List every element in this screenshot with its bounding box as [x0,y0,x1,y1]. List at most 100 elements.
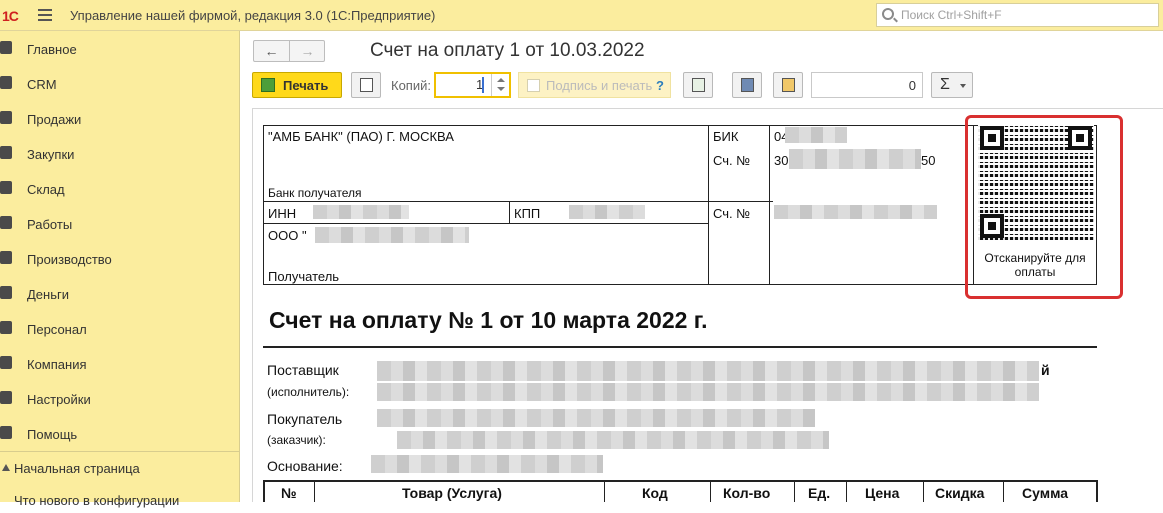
table-line [263,201,773,202]
table-line [604,480,605,502]
preview-button[interactable] [351,72,381,98]
sidebar-item-label: Главное [27,42,77,57]
sidebar-item-production[interactable]: Производство [0,243,240,273]
redacted-recipient [315,227,469,243]
sigma-icon: Σ [940,76,950,93]
save-icon [741,78,754,92]
printable-document[interactable]: "АМБ БАНК" (ПАО) Г. МОСКВА Банк получате… [252,108,1163,502]
email-button[interactable] [773,72,803,98]
arrow-right-icon[interactable]: → [290,41,325,61]
sidebar-item-label: Закупки [27,147,75,162]
sidebar-whats-new-label: Что нового в конфигурации [14,493,180,508]
arrow-left-icon[interactable]: ← [254,41,289,61]
redacted-supplier [377,361,1039,381]
sidebar-whats-new-link[interactable]: Что нового в конфигурации [0,487,240,513]
sum-field[interactable]: 0 [811,72,923,98]
sign-and-stamp-checkbox[interactable]: Подпись и печать ? [518,72,671,98]
table-line [846,480,847,502]
sidebar-item-help[interactable]: Помощь [0,418,240,448]
table-line [263,125,264,285]
col-header-unit: Ед. [808,485,831,501]
copies-stepper[interactable]: 1 [434,72,511,98]
invoice-heading: Счет на оплату № 1 от 10 марта 2022 г. [269,307,708,333]
page-title: Счет на оплату 1 от 10.03.2022 [370,40,645,61]
supplier-sublabel: (исполнитель): [267,385,350,399]
recipient-name: ООО " [268,228,307,243]
gear-icon [0,391,12,404]
account-label: Сч. № [713,153,751,168]
sigma-button[interactable]: Σ [931,72,973,98]
redacted-account [789,149,921,169]
flag-icon [0,356,12,369]
checkbox-icon[interactable] [527,79,540,92]
copies-label: Копий: [391,78,431,93]
col-header-price: Цена [865,485,900,501]
preview-icon [360,78,373,92]
table-line [710,480,711,502]
table-line [509,201,510,224]
redacted-buyer [377,409,815,427]
sidebar-item-main[interactable]: Главное [0,33,240,63]
sidebar-item-purchases[interactable]: Закупки [0,138,240,168]
account-value-end: 50 [921,153,936,168]
sidebar-item-sales[interactable]: Продажи [0,103,240,133]
menu-icon[interactable] [38,9,52,21]
heading-underline [263,346,1097,348]
tools-icon [0,216,12,229]
sidebar-item-warehouse[interactable]: Склад [0,173,240,203]
sidebar-item-label: CRM [27,77,57,92]
sidebar-home-label: Начальная страница [14,461,140,476]
col-header-number: № [281,485,297,501]
redacted-kpp [569,205,645,219]
factory-icon [0,251,12,264]
chevron-down-icon [960,84,966,88]
spin-arrows-icon[interactable] [491,74,509,96]
truck-icon [0,146,12,159]
redacted-buyer [397,431,829,449]
search-icon [882,8,894,20]
sidebar-item-crm[interactable]: CRM [0,68,240,98]
help-icon[interactable]: ? [656,78,664,93]
sidebar: Главное CRM Продажи Закупки Склад Работы… [0,31,240,508]
table-line [1096,480,1098,502]
table-line [1003,480,1004,502]
sidebar-divider [0,451,240,452]
table-line [769,125,770,285]
sidebar-item-settings[interactable]: Настройки [0,383,240,413]
inn-label: ИНН [268,206,297,221]
sidebar-item-label: Персонал [27,322,87,337]
redacted-inn [313,205,409,219]
sidebar-item-money[interactable]: Деньги [0,278,240,308]
table-line [263,480,265,502]
bik-label: БИК [713,129,739,144]
title-bar: 1С Управление нашей фирмой, редакция 3.0… [0,0,1163,31]
col-header-item: Товар (Услуга) [402,485,502,501]
edit-button[interactable] [683,72,713,98]
sidebar-item-personnel[interactable]: Персонал [0,313,240,343]
1c-logo-icon[interactable]: 1С [2,8,30,24]
buyer-label: Покупатель [267,411,343,427]
sidebar-home-link[interactable]: Начальная страница [0,455,240,481]
col-header-code: Код [642,485,668,501]
cart-icon [0,111,12,124]
history-nav: ← → [253,40,325,62]
redacted-basis [371,455,603,473]
save-button[interactable] [732,72,762,98]
search-placeholder: Поиск Ctrl+Shift+F [901,8,1002,22]
print-button[interactable]: Печать [252,72,342,98]
basis-label: Основание: [267,458,343,474]
print-label: Печать [283,78,329,93]
sign-label: Подпись и печать [546,78,653,93]
sidebar-item-company[interactable]: Компания [0,348,240,378]
sidebar-item-label: Работы [27,217,73,232]
table-line [263,223,709,224]
sidebar-item-works[interactable]: Работы [0,208,240,238]
table-line [263,480,1097,482]
bank-name: "АМБ БАНК" (ПАО) Г. МОСКВА [268,129,454,144]
text-cursor [482,77,484,93]
sidebar-item-label: Склад [27,182,65,197]
sidebar-item-label: Производство [27,252,112,267]
search-input[interactable]: Поиск Ctrl+Shift+F [876,3,1159,27]
warehouse-icon [0,181,12,194]
kpp-label: КПП [514,206,541,221]
